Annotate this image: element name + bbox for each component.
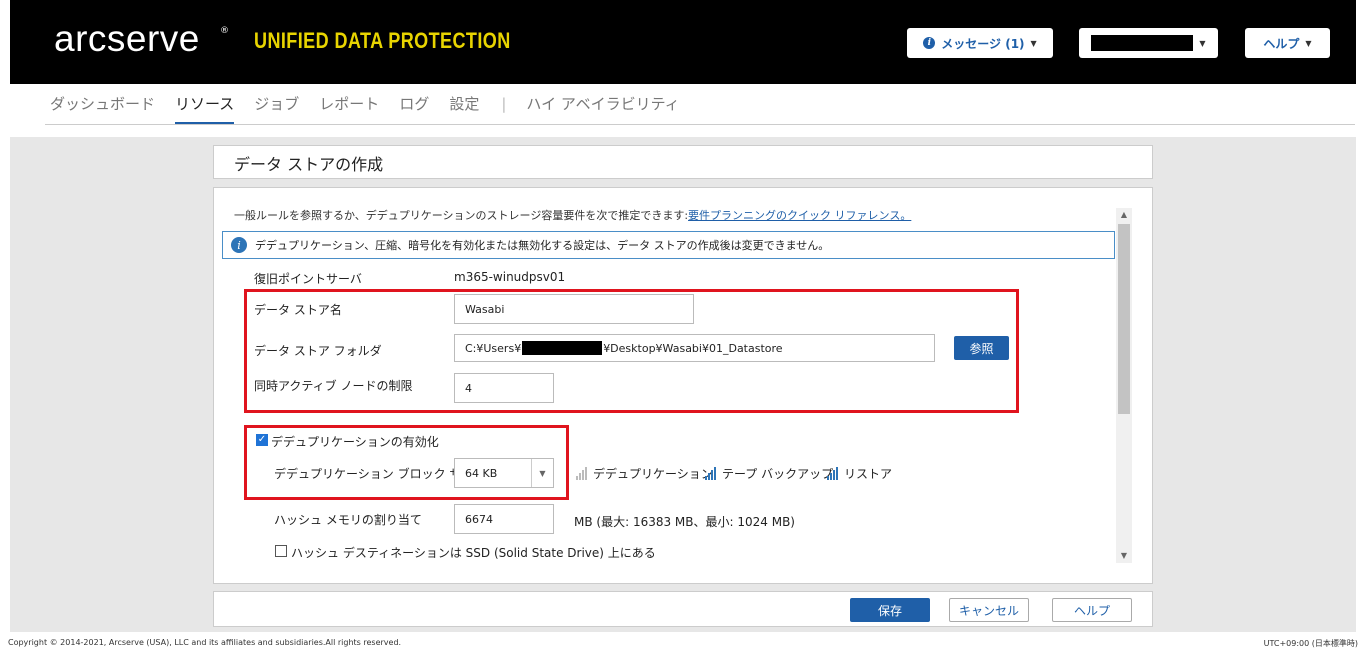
node-limit-label: 同時アクティブ ノードの制限 <box>254 379 413 393</box>
intro-text: 一般ルールを参照するか、デデュプリケーションのストレージ容量要件を次で推定できま… <box>234 207 911 223</box>
ssd-checkbox[interactable] <box>275 545 287 557</box>
nav-logs[interactable]: ログ <box>399 92 429 124</box>
nav-jobs[interactable]: ジョブ <box>254 92 299 124</box>
rps-value: m365-winudpsv01 <box>454 270 566 284</box>
hash-memory-label: ハッシュ メモリの割り当て <box>274 513 422 527</box>
help-label: ヘルプ <box>1263 36 1300 51</box>
ssd-label: ハッシュ デスティネーションは SSD (Solid State Drive) … <box>291 546 656 560</box>
block-size-select[interactable]: 64 KB ▼ <box>454 458 554 488</box>
legend-dedupe: デデュプリケーション <box>576 465 713 482</box>
vertical-scrollbar[interactable]: ▲ ▼ <box>1116 208 1132 563</box>
signal-bars-icon <box>576 467 587 480</box>
hash-memory-info: MB (最大: 16383 MB、最小: 1024 MB) <box>574 515 795 529</box>
datastore-folder-label: データ ストア フォルダ <box>254 344 382 358</box>
product-name: UNIFIED DATA PROTECTION <box>254 28 511 53</box>
help-menu-button[interactable]: ヘルプ ▼ <box>1245 28 1330 58</box>
node-limit-value: 4 <box>465 381 472 395</box>
nav-resources[interactable]: リソース <box>175 92 235 124</box>
folder-suffix: ¥Desktop¥Wasabi¥01_Datastore <box>603 341 783 355</box>
page-title: データ ストアの作成 <box>234 155 384 174</box>
chevron-down-icon: ▼ <box>1305 38 1312 48</box>
messages-label: メッセージ (1) <box>941 36 1025 51</box>
signal-bars-icon <box>827 467 838 480</box>
legend-dedupe-label: デデュプリケーション <box>593 467 713 481</box>
user-menu-button[interactable]: ▼ <box>1079 28 1218 58</box>
help-button[interactable]: ヘルプ <box>1052 598 1132 622</box>
nav-high-availability[interactable]: ハイ アベイラビリティ <box>526 92 679 124</box>
registered-mark: ® <box>220 26 229 36</box>
action-bar: 保存 キャンセル ヘルプ <box>213 591 1153 627</box>
nav-dashboard[interactable]: ダッシュボード <box>50 92 155 124</box>
rps-label: 復旧ポイントサーバ <box>254 272 362 286</box>
folder-prefix: C:¥Users¥ <box>465 341 522 355</box>
info-icon: i <box>923 37 936 49</box>
legend-restore: リストア <box>827 465 892 482</box>
hash-memory-input[interactable]: 6674 <box>454 504 554 534</box>
browse-button[interactable]: 参照 <box>954 336 1009 360</box>
redacted-username <box>1091 35 1194 51</box>
legend-tape-label: テープ バックアップ <box>722 467 834 481</box>
intro-label: 一般ルールを参照するか、デデュプリケーションのストレージ容量要件を次で推定できま… <box>234 209 689 222</box>
scroll-down-icon[interactable]: ▼ <box>1116 549 1132 563</box>
nav-settings[interactable]: 設定 <box>449 92 479 124</box>
datastore-folder-input[interactable]: C:¥Users¥ ¥Desktop¥Wasabi¥01_Datastore <box>454 334 935 362</box>
hash-memory-value: 6674 <box>465 512 493 526</box>
block-size-value: 64 KB <box>465 466 498 480</box>
chevron-down-icon: ▼ <box>1199 38 1206 48</box>
messages-button[interactable]: i メッセージ (1) ▼ <box>907 28 1053 58</box>
nav-separator: | <box>501 95 507 113</box>
info-icon: i <box>231 237 247 253</box>
datastore-name-label: データ ストア名 <box>254 303 342 317</box>
planning-reference-link[interactable]: 要件プランニングのクイック リファレンス。 <box>688 209 911 222</box>
legend-restore-label: リストア <box>844 467 893 481</box>
signal-bars-icon <box>705 467 716 480</box>
main-nav: ダッシュボード リソース ジョブ レポート ログ 設定 | ハイ アベイラビリテ… <box>50 92 700 124</box>
dedupe-checkbox[interactable]: ✓ <box>256 434 268 446</box>
arcserve-logo: arcserve <box>54 18 200 59</box>
info-notice: i デデュプリケーション、圧縮、暗号化を有効化または無効化する設定は、データ ス… <box>222 231 1115 259</box>
timezone-text: UTC+09:00 (日本標準時) <box>1263 639 1358 648</box>
scroll-up-icon[interactable]: ▲ <box>1116 208 1132 222</box>
datastore-name-input[interactable]: Wasabi <box>454 294 694 324</box>
chevron-down-icon: ▼ <box>1030 38 1037 48</box>
datastore-name-value: Wasabi <box>465 302 505 316</box>
app-header: arcserve ® UNIFIED DATA PROTECTION i メッセ… <box>10 0 1356 84</box>
dedupe-label: デデュプリケーションの有効化 <box>271 435 439 449</box>
form-panel: 一般ルールを参照するか、デデュプリケーションのストレージ容量要件を次で推定できま… <box>213 187 1153 584</box>
redacted-username <box>522 341 603 355</box>
dropdown-arrow-icon: ▼ <box>531 459 553 487</box>
copyright-text: Copyright © 2014-2021, Arcserve (USA), L… <box>8 638 402 647</box>
legend-tape: テープ バックアップ <box>705 465 833 482</box>
node-limit-input[interactable]: 4 <box>454 373 554 403</box>
save-button[interactable]: 保存 <box>850 598 930 622</box>
nav-reports[interactable]: レポート <box>319 92 379 124</box>
cancel-button[interactable]: キャンセル <box>949 598 1029 622</box>
scroll-thumb[interactable] <box>1118 224 1130 414</box>
title-panel: データ ストアの作成 <box>213 145 1153 179</box>
notice-text: デデュプリケーション、圧縮、暗号化を有効化または無効化する設定は、データ ストア… <box>255 239 830 252</box>
nav-divider <box>45 124 1355 125</box>
